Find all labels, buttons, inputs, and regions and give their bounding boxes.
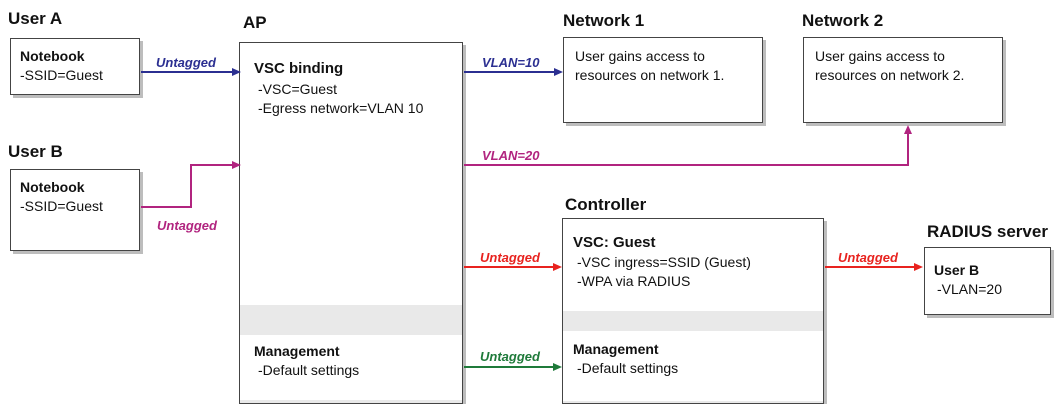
ap-controller-untagged-label: Untagged <box>480 250 540 265</box>
user-a-notebook-box[interactable]: Notebook -SSID=Guest <box>10 38 140 95</box>
network-1-title: Network 1 <box>563 11 645 30</box>
ap-mgmt-to-controller-link <box>464 363 562 371</box>
radius-server-title: RADIUS server <box>927 222 1048 241</box>
controller-title: Controller <box>565 195 647 214</box>
user-a-title: User A <box>8 9 63 28</box>
user-a-device-label: Notebook <box>20 48 85 64</box>
user-b-to-ap-link <box>141 161 241 208</box>
user-b-device-label: Notebook <box>20 179 85 195</box>
network-2-title: Network 2 <box>802 11 884 30</box>
controller-vsc-line-1: -VSC ingress=SSID (Guest) <box>577 254 751 270</box>
network-2-box[interactable]: User gains access to resources on networ… <box>803 37 1003 123</box>
user-a-ssid-label: -SSID=Guest <box>20 67 103 83</box>
ap-vsc-binding-panel: VSC binding -VSC=Guest -Egress network=V… <box>240 43 462 305</box>
ap-title: AP <box>243 13 267 32</box>
controller-management-panel: Management -Default settings <box>563 331 823 401</box>
ap-management-panel: Management -Default settings <box>240 335 462 400</box>
network-1-box[interactable]: User gains access to resources on networ… <box>563 37 763 123</box>
ap-box[interactable]: VSC binding -VSC=Guest -Egress network=V… <box>239 42 463 404</box>
network-1-line-1: User gains access to <box>575 48 705 64</box>
network-1-line-2: resources on network 1. <box>575 67 725 83</box>
network-2-line-1: User gains access to <box>815 48 945 64</box>
user-b-untagged-label: Untagged <box>157 218 217 233</box>
ap-vsc-line-1: -VSC=Guest <box>258 81 337 97</box>
controller-box[interactable]: VSC: Guest -VSC ingress=SSID (Guest) -WP… <box>562 218 824 404</box>
radius-server-box[interactable]: User B -VLAN=20 <box>924 247 1051 315</box>
radius-user-label: User B <box>934 262 980 278</box>
controller-vsc-heading: VSC: Guest <box>573 234 656 251</box>
controller-management-heading: Management <box>573 341 659 357</box>
controller-radius-untagged-label: Untagged <box>838 250 898 265</box>
user-b-ssid-label: -SSID=Guest <box>20 198 103 214</box>
user-b-notebook-box[interactable]: Notebook -SSID=Guest <box>10 169 140 251</box>
vlan-20-label: VLAN=20 <box>482 148 540 163</box>
ap-management-heading: Management <box>254 343 340 359</box>
controller-vsc-line-2: -WPA via RADIUS <box>577 273 691 289</box>
network-2-line-2: resources on network 2. <box>815 67 965 83</box>
vlan-10-label: VLAN=10 <box>482 55 540 70</box>
ap-mgmt-untagged-label: Untagged <box>480 349 540 364</box>
radius-vlan-label: -VLAN=20 <box>937 281 1002 297</box>
controller-management-line-1: -Default settings <box>577 360 679 376</box>
ap-management-line-1: -Default settings <box>258 362 360 378</box>
controller-vsc-panel: VSC: Guest -VSC ingress=SSID (Guest) -WP… <box>563 219 823 311</box>
user-a-untagged-label: Untagged <box>156 55 216 70</box>
user-b-title: User B <box>8 142 63 161</box>
ap-vsc-line-2: -Egress network=VLAN 10 <box>258 100 424 116</box>
ap-vsc-heading: VSC binding <box>254 60 344 77</box>
